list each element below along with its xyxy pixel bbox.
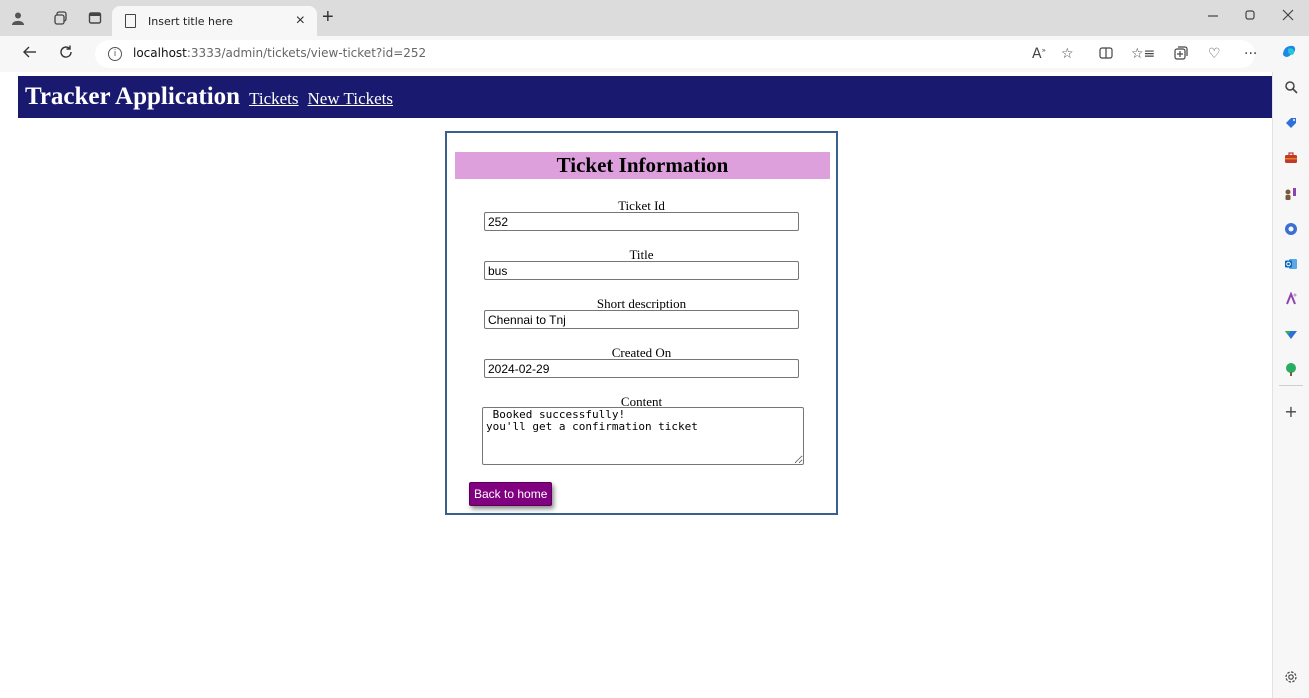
search-icon[interactable]	[1283, 80, 1299, 96]
created-on-input[interactable]	[484, 359, 799, 378]
tab-title: Insert title here	[148, 14, 233, 28]
nav-link-new-tickets[interactable]: New Tickets	[308, 89, 393, 109]
tab-close-icon[interactable]: ×	[296, 12, 305, 30]
active-tab[interactable]: Insert title here ×	[112, 6, 317, 36]
content-textarea[interactable]: Booked successfully! you'll get a confir…	[482, 407, 804, 465]
copilot-icon[interactable]	[1280, 43, 1298, 65]
games-icon[interactable]	[1283, 187, 1299, 203]
favorites-icon[interactable]: ☆≡	[1131, 46, 1155, 62]
ticket-heading: Ticket Information	[455, 152, 830, 179]
ticket-card: Ticket Information Ticket Id Title Short…	[445, 131, 838, 515]
page-icon	[125, 14, 136, 28]
address-bar-row: i localhost:3333/admin/tickets/view-tick…	[0, 36, 1309, 72]
close-window-icon[interactable]	[1282, 8, 1294, 25]
workspaces-icon[interactable]	[52, 9, 70, 27]
more-icon[interactable]: ···	[1244, 46, 1257, 62]
brand-title: Tracker Application	[25, 83, 241, 110]
tree-icon[interactable]	[1283, 362, 1299, 378]
minimize-icon[interactable]	[1207, 8, 1219, 25]
back-arrow-icon[interactable]	[22, 44, 38, 65]
page-viewport: Tracker Application Tickets New Tickets …	[0, 72, 1272, 698]
url-field[interactable]: i localhost:3333/admin/tickets/view-tick…	[95, 40, 1255, 68]
tab-actions-icon[interactable]	[86, 9, 104, 27]
title-input[interactable]	[484, 261, 799, 280]
refresh-icon[interactable]	[58, 44, 74, 65]
heart-pulse-icon[interactable]: ♡	[1208, 46, 1221, 62]
split-screen-icon[interactable]	[1099, 46, 1113, 64]
designer-icon[interactable]	[1283, 291, 1299, 308]
browser-tab-strip: Insert title here × +	[0, 0, 1309, 36]
gear-icon[interactable]	[1283, 670, 1299, 686]
restore-icon[interactable]	[1244, 8, 1256, 25]
star-icon[interactable]: ☆	[1061, 46, 1074, 62]
tools-briefcase-icon[interactable]	[1283, 151, 1299, 167]
ticket-id-input[interactable]	[484, 212, 799, 231]
shopping-tag-icon[interactable]	[1283, 116, 1299, 132]
drop-icon[interactable]	[1283, 327, 1299, 343]
browser-sidebar: +	[1272, 72, 1309, 698]
add-sidebar-app-icon[interactable]: +	[1283, 404, 1299, 420]
profile-icon[interactable]	[9, 9, 27, 27]
short-description-input[interactable]	[484, 310, 799, 329]
outlook-icon[interactable]	[1283, 257, 1299, 273]
app-navbar: Tracker Application Tickets New Tickets	[18, 76, 1272, 118]
sidebar-separator	[1279, 385, 1303, 386]
new-tab-button[interactable]: +	[322, 6, 334, 29]
back-to-home-button[interactable]: Back to home	[469, 482, 553, 506]
collections-icon[interactable]	[1174, 46, 1188, 64]
site-info-icon[interactable]: i	[108, 47, 122, 61]
url-text: localhost:3333/admin/tickets/view-ticket…	[133, 46, 427, 60]
microsoft-365-icon[interactable]	[1283, 222, 1299, 238]
read-aloud-icon[interactable]: A»	[1032, 46, 1046, 62]
nav-link-tickets[interactable]: Tickets	[249, 89, 298, 109]
